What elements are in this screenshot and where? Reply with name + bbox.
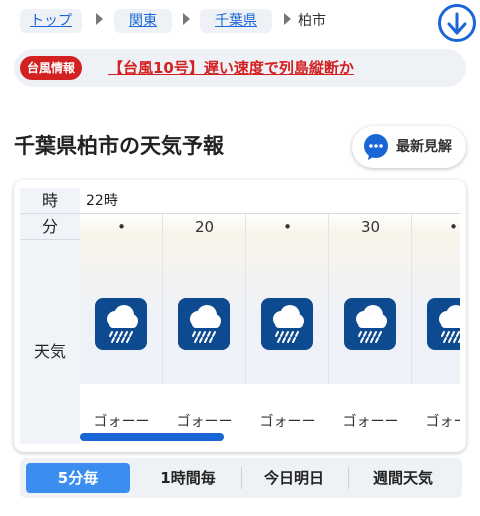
tab-5min[interactable]: 5分毎 — [26, 463, 130, 493]
minute-label: • — [283, 218, 292, 236]
chevron-right-icon — [284, 13, 291, 25]
heavy-rain-icon — [178, 298, 230, 350]
weather-text: ゴォーー — [342, 414, 399, 430]
forecast-column: 30 ゴォーー — [329, 214, 412, 430]
page-title: 千葉県柏市の天気予報 — [14, 134, 224, 158]
chevron-right-icon — [183, 13, 190, 25]
horizontal-scrollbar[interactable] — [80, 433, 224, 441]
forecast-column: • ゴォーー — [246, 214, 329, 430]
speech-bubble-icon — [362, 133, 390, 161]
breadcrumb-top-link[interactable]: トップ — [20, 9, 82, 33]
forecast-scroll-area[interactable]: 22時 • ゴォーー 20 ゴォーー • ゴォーー 30 ゴォーー • ゴォ — [80, 188, 460, 444]
weather-row-label: 天気 — [33, 342, 66, 361]
typhoon-info-badge: 台風情報 — [20, 56, 83, 80]
weather-text: ゴォーー — [259, 414, 316, 430]
latest-view-button[interactable]: 最新見解 — [352, 126, 466, 168]
heavy-rain-icon — [95, 298, 147, 350]
forecast-column: 20 ゴォーー — [163, 214, 246, 430]
minute-label: 30 — [360, 218, 381, 236]
tab-today-tomorrow[interactable]: 今日明日 — [242, 463, 346, 493]
forecast-column: • ゴォーー — [80, 214, 163, 430]
latest-view-label: 最新見解 — [396, 139, 452, 155]
minute-label: 20 — [194, 218, 215, 236]
minute-row-label: 分 — [20, 214, 80, 240]
breadcrumb-kanto-link[interactable]: 関東 — [114, 9, 172, 33]
typhoon-banner: 台風情報 【台風10号】遅い速度で列島縦断か — [14, 49, 466, 87]
hour-row-label: 時 — [20, 188, 80, 214]
weather-text: ゴォーー — [425, 414, 461, 430]
typhoon-headline-link[interactable]: 【台風10号】遅い速度で列島縦断か — [108, 57, 354, 79]
breadcrumb-current: 柏市 — [298, 13, 326, 29]
forecast-label-column: 時 分 天気 — [20, 188, 80, 444]
arrow-down-circle-icon[interactable] — [438, 4, 476, 42]
minute-label: • — [117, 218, 126, 236]
heavy-rain-icon — [261, 298, 313, 350]
forecast-column: • ゴォーー — [412, 214, 460, 430]
weather-text: ゴォーー — [93, 414, 150, 430]
forecast-tabs: 5分毎 1時間毎 今日明日 週間天気 — [20, 458, 462, 498]
heavy-rain-icon — [344, 298, 396, 350]
heavy-rain-icon — [427, 298, 460, 350]
tab-hourly[interactable]: 1時間毎 — [136, 463, 240, 493]
hour-label: 22時 — [86, 193, 118, 209]
forecast-card: 時 分 天気 22時 • ゴォーー 20 ゴォーー • ゴォーー 30 ゴォーー… — [14, 180, 466, 452]
chevron-right-icon — [96, 13, 103, 25]
minute-label: • — [449, 218, 458, 236]
forecast-columns: • ゴォーー 20 ゴォーー • ゴォーー 30 ゴォーー • ゴォ — [80, 214, 460, 430]
breadcrumb-chiba-link[interactable]: 千葉県 — [200, 9, 272, 33]
tab-weekly[interactable]: 週間天気 — [350, 463, 456, 493]
tab-divider — [348, 467, 349, 489]
breadcrumb: トップ 関東 千葉県 柏市 — [0, 0, 480, 42]
hour-row: 22時 — [80, 188, 460, 214]
weather-text: ゴォーー — [176, 414, 233, 430]
